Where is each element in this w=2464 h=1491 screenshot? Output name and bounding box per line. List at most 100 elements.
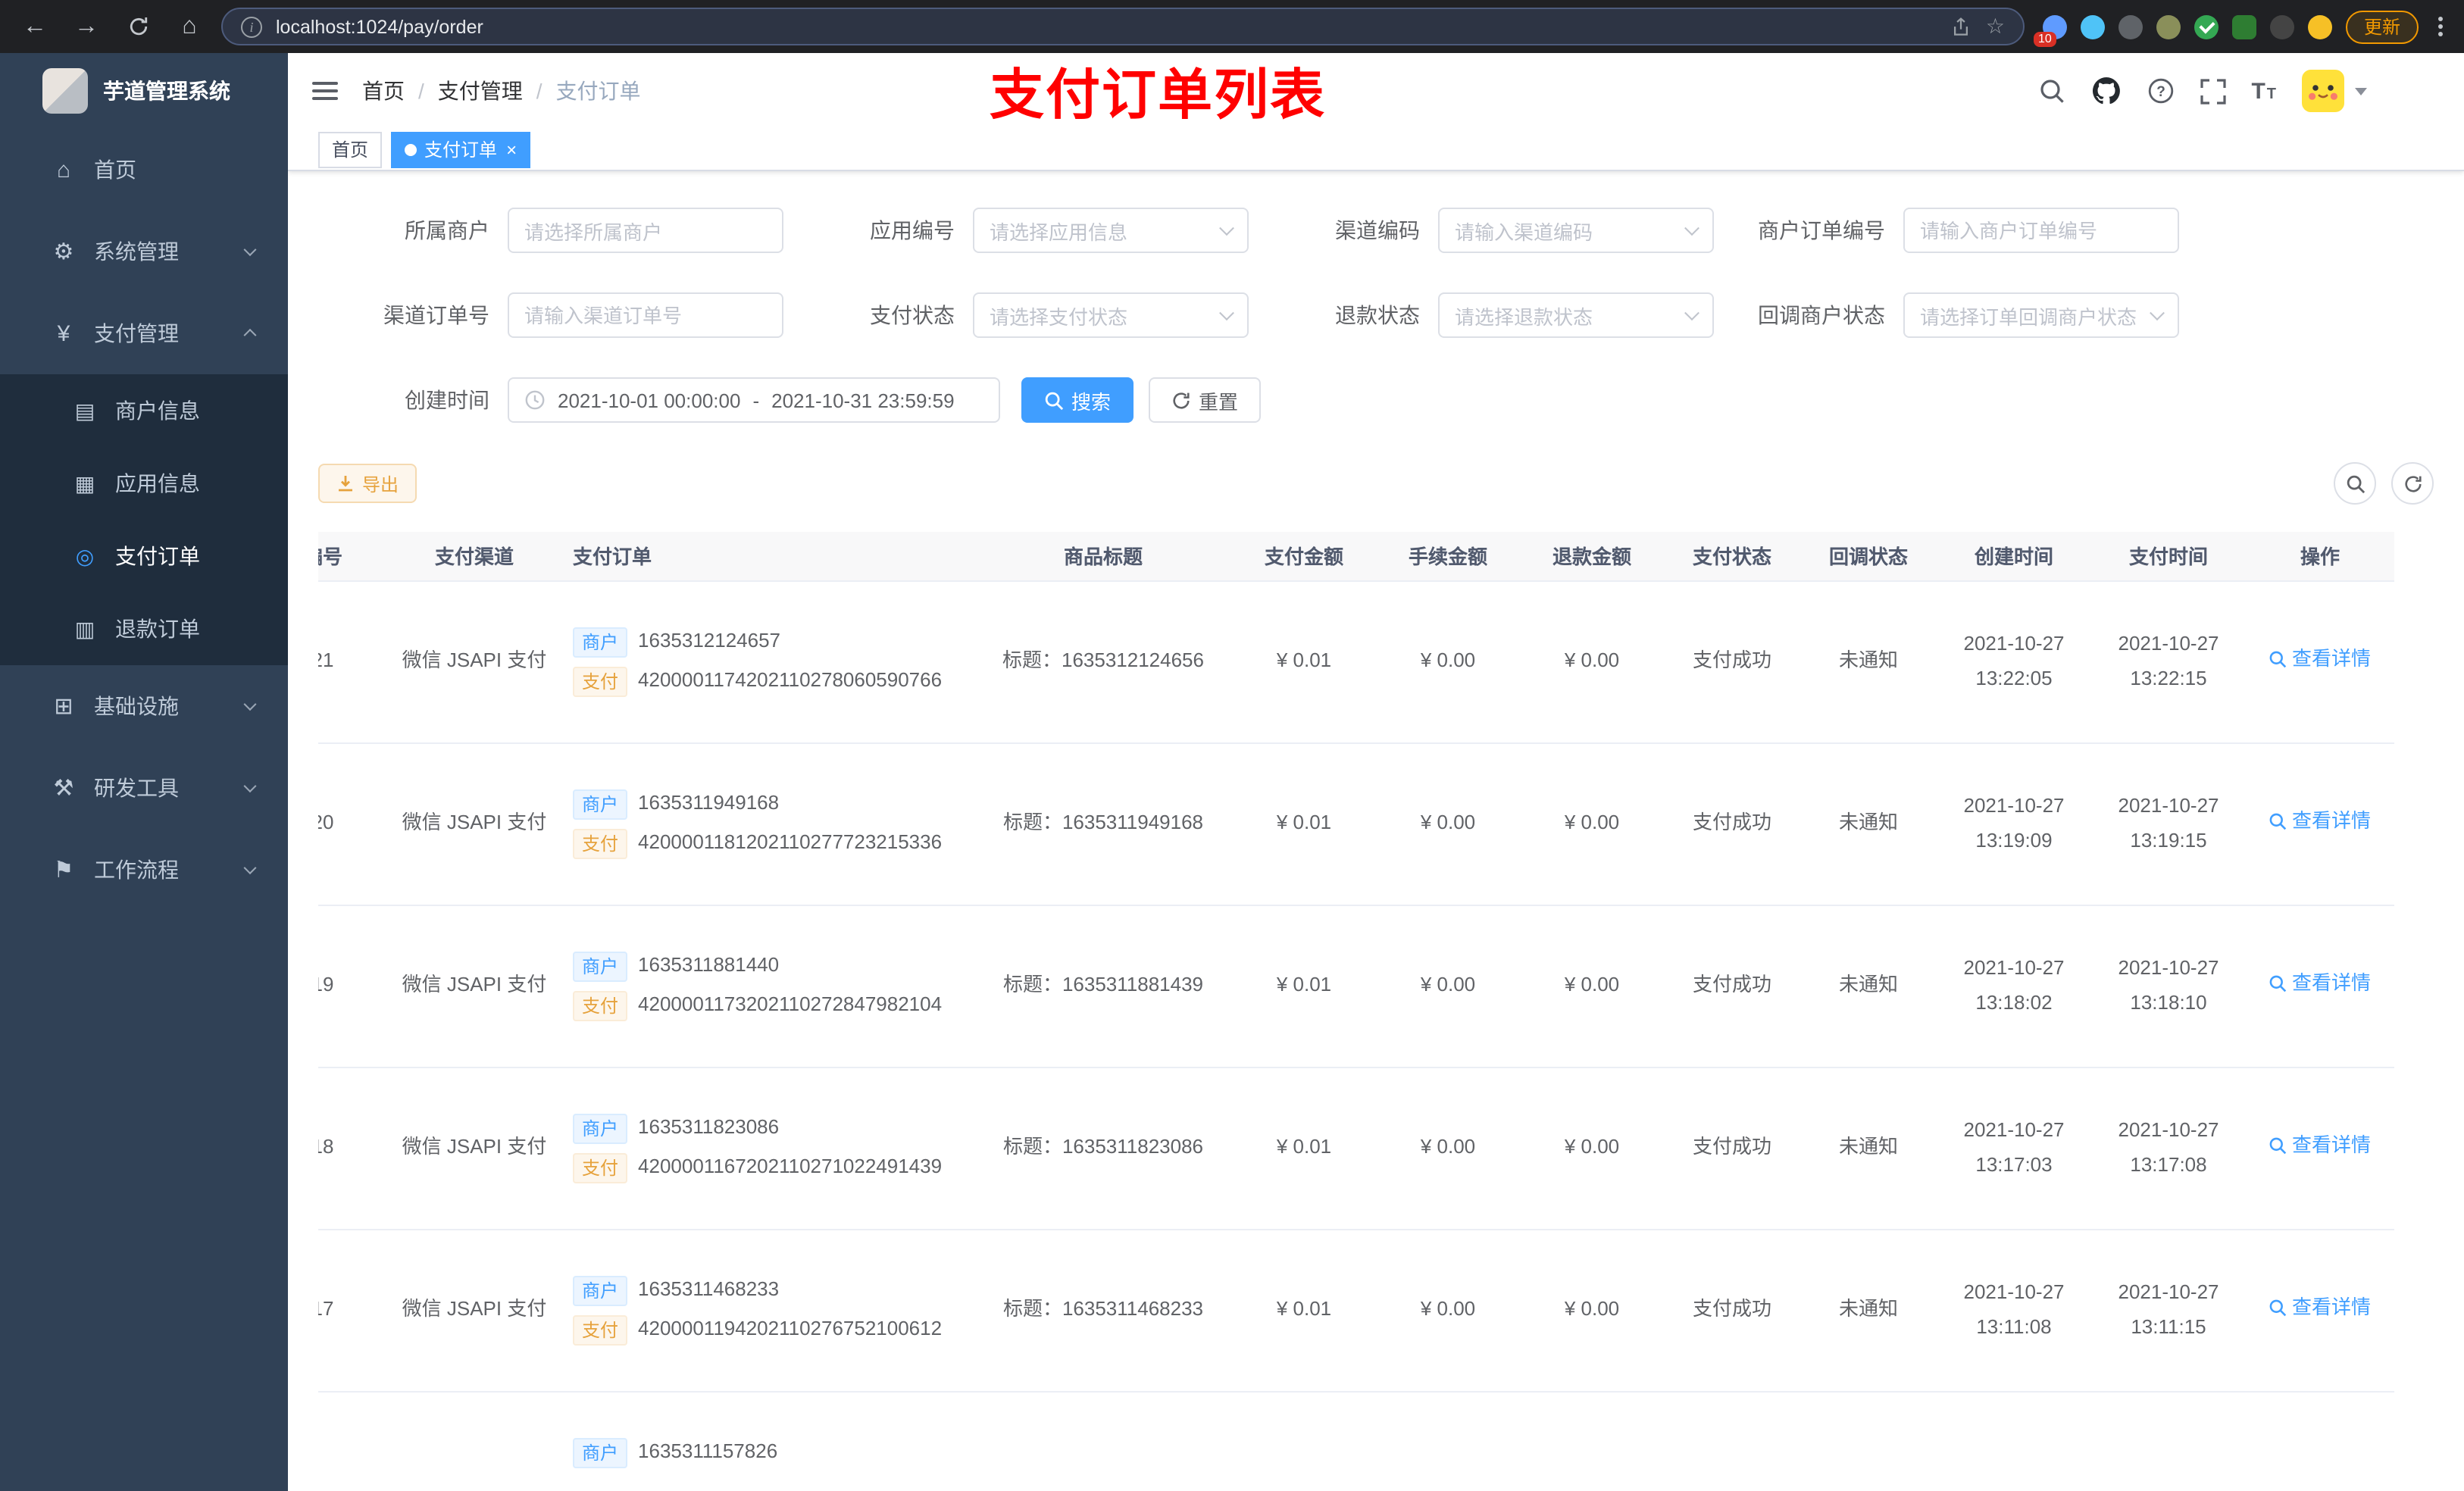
sidebar-item-system[interactable]: ⚙ 系统管理	[0, 211, 288, 292]
tab-home[interactable]: 首页	[318, 131, 383, 167]
cell-notify: 未通知	[1800, 1229, 1937, 1392]
tab-close-icon[interactable]: ×	[506, 140, 517, 158]
github-icon[interactable]	[2090, 76, 2121, 106]
sidebar-item-merchant-info[interactable]: ▤ 商户信息	[0, 374, 288, 447]
sidebar-item-home[interactable]: ⌂ 首页	[0, 129, 288, 211]
reset-button[interactable]: 重置	[1149, 377, 1262, 423]
merchant-tag: 商户	[573, 627, 628, 657]
select-placeholder: 请选择应用信息	[990, 220, 1128, 243]
back-icon[interactable]: ←	[15, 7, 55, 46]
extension-check-icon[interactable]	[2194, 14, 2219, 39]
sidebar-item-refund-order[interactable]: ▥ 退款订单	[0, 592, 288, 665]
tab-label: 首页	[332, 139, 369, 161]
cell-actions: 查看详情	[2246, 905, 2394, 1067]
merchant-order-no-input[interactable]	[1903, 208, 2179, 253]
extension-book-icon[interactable]	[2231, 14, 2256, 39]
channel-pay-no: 4200001194202110276752100612	[638, 1317, 943, 1340]
help-icon[interactable]: ?	[2147, 77, 2174, 105]
yen-icon: ¥	[57, 320, 70, 346]
create-time-range-picker[interactable]: 2021-10-01 00:00:00 - 2021-10-31 23:59:5…	[508, 377, 1000, 423]
extension-olive-icon[interactable]	[2156, 14, 2181, 39]
filter-label: 支付状态	[870, 303, 955, 327]
download-icon	[339, 476, 352, 492]
refund-status-select[interactable]: 请选择退款状态	[1438, 292, 1714, 338]
col-pay-time: 支付时间	[2091, 532, 2246, 581]
url-text[interactable]: localhost:1024/pay/order	[276, 16, 1937, 37]
header-actions: ? TT	[2037, 70, 2367, 112]
browser-menu-icon[interactable]	[2432, 17, 2449, 36]
cell-actions: 查看详情	[2246, 580, 2394, 743]
merchant-order-no: 1635312124657	[638, 629, 781, 652]
view-detail-link[interactable]: 查看详情	[2269, 967, 2371, 1001]
sidebar-item-workflow[interactable]: ⚑ 工作流程	[0, 829, 288, 911]
merchant-select[interactable]: 请选择所属商户	[508, 208, 783, 253]
sidebar-item-dev-tools[interactable]: ⚒ 研发工具	[0, 747, 288, 829]
document-icon: ▥	[74, 616, 95, 640]
export-button-label: 导出	[362, 474, 399, 495]
profile-avatar[interactable]	[2307, 14, 2332, 39]
share-icon[interactable]	[1951, 16, 1972, 37]
refresh-icon	[1173, 392, 1190, 408]
svg-text:?: ?	[2156, 84, 2165, 100]
filter-merchant: 所属商户 请选择所属商户	[318, 208, 783, 253]
sidebar-item-app-info[interactable]: ▦ 应用信息	[0, 447, 288, 520]
filter-label: 创建时间	[405, 388, 489, 412]
cell-refund: ¥ 0.00	[1520, 742, 1664, 905]
merchant-order-no: 1635311949168	[638, 791, 780, 814]
cell-actions: 查看详情	[2246, 742, 2394, 905]
view-detail-link[interactable]: 查看详情	[2269, 1292, 2371, 1325]
breadcrumb-home[interactable]: 首页	[362, 76, 405, 106]
refresh-table-button[interactable]	[2391, 462, 2434, 505]
reload-icon[interactable]	[118, 7, 158, 46]
export-button[interactable]: 导出	[318, 464, 417, 503]
channel-order-no-input[interactable]	[508, 292, 783, 338]
sidebar-item-pay-order[interactable]: ◎ 支付订单	[0, 520, 288, 592]
cell-create-time: 2021-10-27 13:11:08	[1937, 1229, 2091, 1392]
cell-channel: 微信 JSAPI 支付	[391, 905, 558, 1067]
view-detail-link[interactable]: 查看详情	[2269, 643, 2371, 677]
tab-pay-order[interactable]: 支付订单 ×	[391, 131, 531, 167]
app-select[interactable]: 请选择应用信息	[973, 208, 1249, 253]
extension-gray-icon[interactable]	[2118, 14, 2143, 39]
cell-id: 19	[318, 905, 391, 1067]
forward-icon[interactable]: →	[67, 7, 106, 46]
view-detail-link[interactable]: 查看详情	[2269, 1130, 2371, 1163]
sidebar-item-payment[interactable]: ¥ 支付管理	[0, 292, 288, 374]
search-button[interactable]: 搜索	[1021, 377, 1134, 423]
font-size-icon[interactable]: TT	[2251, 80, 2276, 102]
orders-table: 编号 支付渠道 支付订单 商品标题 支付金额 手续金额 退款金额 支付状态 回调…	[318, 532, 2394, 1491]
cell-status: 支付成功	[1664, 1067, 1800, 1230]
extension-drop-icon[interactable]	[2080, 14, 2105, 39]
notify-status-select[interactable]: 请选择订单回调商户状态	[1903, 292, 2179, 338]
merchant-tag: 商户	[573, 1437, 628, 1468]
show-search-button[interactable]	[2334, 462, 2376, 505]
table-row: 18 微信 JSAPI 支付 商户 1635311823086 支付 42000…	[318, 1067, 2394, 1230]
browser-home-icon[interactable]: ⌂	[170, 7, 209, 46]
fullscreen-icon[interactable]	[2200, 78, 2226, 104]
site-info-icon[interactable]: i	[241, 16, 262, 37]
cell-id: 21	[318, 580, 391, 743]
tab-label: 支付订单	[424, 139, 498, 161]
bookmark-star-icon[interactable]: ☆	[1986, 14, 2005, 39]
channel-code-select[interactable]: 请输入渠道编码	[1438, 208, 1714, 253]
table-tools	[2334, 462, 2434, 505]
user-avatar[interactable]	[2302, 70, 2367, 112]
filter-row-3: 创建时间 2021-10-01 00:00:00 - 2021-10-31 23…	[318, 377, 2434, 423]
cell-create-time: 2021-10-27 13:22:05	[1937, 580, 2091, 743]
extension-dark-puzzle-icon[interactable]	[2269, 14, 2294, 39]
breadcrumb-current: 支付订单	[555, 79, 641, 103]
cell-status: 支付成功	[1664, 905, 1800, 1067]
cell-refund: ¥ 0.00	[1520, 1229, 1664, 1392]
app-logo: 芋道管理系统	[0, 53, 288, 129]
breadcrumb-payment[interactable]: 支付管理	[438, 76, 523, 106]
url-bar[interactable]: i localhost:1024/pay/order ☆	[221, 8, 2025, 45]
browser-update-button[interactable]: 更新	[2345, 10, 2419, 43]
col-channel: 支付渠道	[391, 532, 558, 581]
view-detail-link[interactable]: 查看详情	[2269, 805, 2371, 839]
extension-puzzle-icon[interactable]: 10	[2033, 14, 2067, 46]
pay-status-select[interactable]: 请选择支付状态	[973, 292, 1249, 338]
search-icon[interactable]	[2037, 77, 2065, 105]
sidebar-item-infra[interactable]: ⊞ 基础设施	[0, 665, 288, 747]
select-placeholder: 请选择所属商户	[524, 220, 663, 243]
sidebar-toggle-icon[interactable]	[312, 82, 338, 100]
